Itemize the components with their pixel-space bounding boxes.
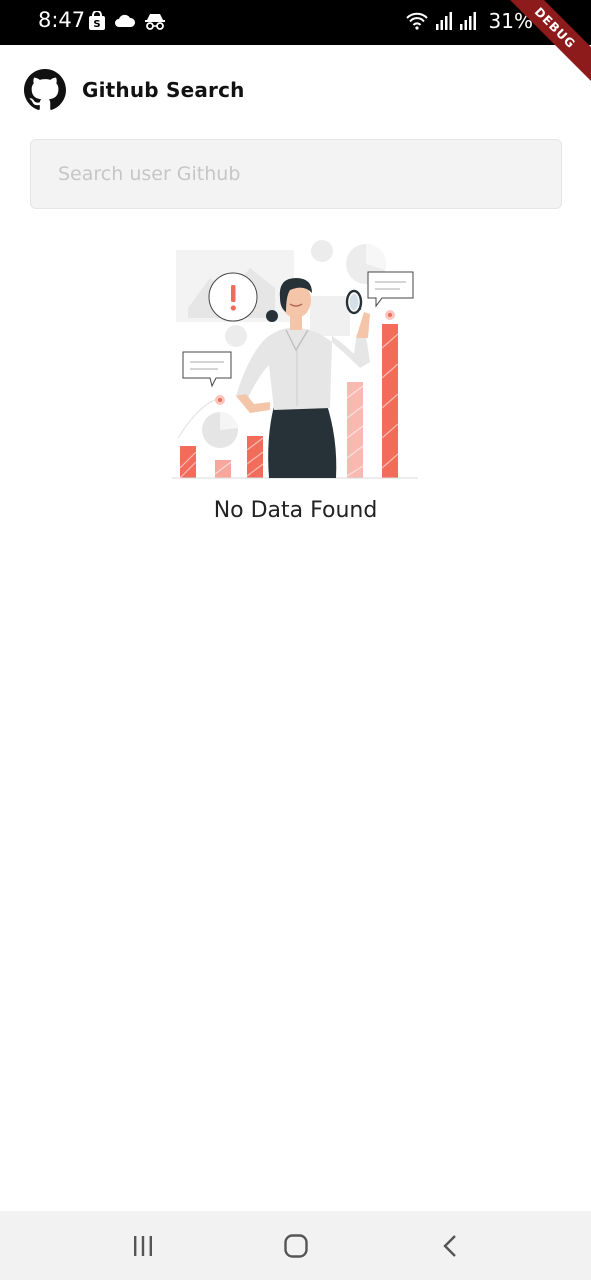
home-icon — [284, 1234, 308, 1258]
search-input[interactable] — [31, 140, 561, 208]
back-icon — [443, 1235, 456, 1257]
signal-icon — [459, 12, 476, 30]
incognito-icon — [145, 14, 165, 30]
system-nav-bar — [0, 1211, 591, 1280]
back-button[interactable] — [431, 1228, 471, 1264]
app-bar: Github Search — [0, 45, 591, 135]
status-time: 8:47 — [38, 8, 86, 32]
svg-text:S: S — [93, 19, 100, 30]
status-icons-left: S — [88, 11, 166, 31]
recent-apps-icon — [134, 1236, 152, 1256]
wifi-icon — [405, 12, 428, 30]
github-icon — [24, 69, 66, 110]
woman-with-magnifier-illustration — [172, 240, 418, 479]
search-box[interactable] — [30, 139, 562, 209]
shopping-bag-icon: S — [89, 11, 105, 30]
app-title: Github Search — [82, 78, 245, 102]
status-icons-right: 31% — [405, 9, 533, 33]
empty-state-message: No Data Found — [213, 498, 378, 523]
recent-apps-button[interactable] — [123, 1228, 163, 1264]
status-bar: 8:47 S 31% — [0, 0, 591, 45]
home-button[interactable] — [276, 1228, 316, 1264]
signal-icon — [435, 12, 452, 30]
cloud-icon — [115, 14, 136, 27]
